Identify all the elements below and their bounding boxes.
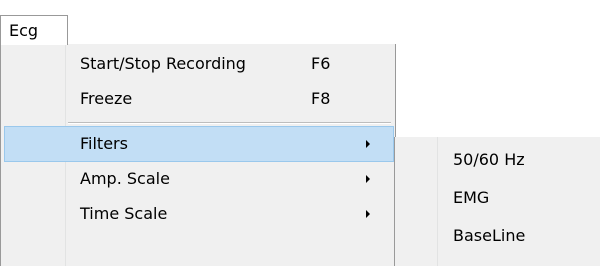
menu-item-label: Time Scale xyxy=(80,204,168,223)
submenu-arrow-icon xyxy=(366,140,370,148)
menu-item-shortcut: F6 xyxy=(311,54,331,73)
menu-separator xyxy=(68,122,391,124)
submenu-item-emg[interactable]: EMG xyxy=(395,179,600,217)
submenu-item-label: 50/60 Hz xyxy=(453,150,525,169)
menu-item-label: Start/Stop Recording xyxy=(80,54,246,73)
menu-item-start-stop-recording[interactable]: Start/Stop Recording F6 xyxy=(4,46,394,82)
menu-item-label: Filters xyxy=(80,134,128,153)
submenu-item-label: EMG xyxy=(453,188,490,207)
submenu-arrow-icon xyxy=(366,210,370,218)
menu-item-freeze[interactable]: Freeze F8 xyxy=(4,81,394,117)
menu-ecg-label: Ecg xyxy=(9,21,39,40)
menu-ecg[interactable]: Ecg xyxy=(0,15,68,45)
submenu-item-label: BaseLine xyxy=(453,226,526,245)
submenu-item-50-60-hz[interactable]: 50/60 Hz xyxy=(395,141,600,179)
ecg-dropdown-menu: Start/Stop Recording F6 Freeze F8 Filter… xyxy=(0,44,396,266)
menu-item-label: Amp. Scale xyxy=(80,169,170,188)
menu-item-label: Freeze xyxy=(80,89,133,108)
menu-item-shortcut: F8 xyxy=(311,89,331,108)
menu-item-amp-scale[interactable]: Amp. Scale xyxy=(4,161,394,197)
menu-item-time-scale[interactable]: Time Scale xyxy=(4,196,394,232)
submenu-item-baseline[interactable]: BaseLine xyxy=(395,217,600,255)
filters-submenu: 50/60 Hz EMG BaseLine xyxy=(394,137,600,266)
menu-item-filters[interactable]: Filters xyxy=(4,126,394,162)
app-window: Ecg Start/Stop Recording F6 Freeze F8 Fi… xyxy=(0,0,600,266)
submenu-arrow-icon xyxy=(366,175,370,183)
